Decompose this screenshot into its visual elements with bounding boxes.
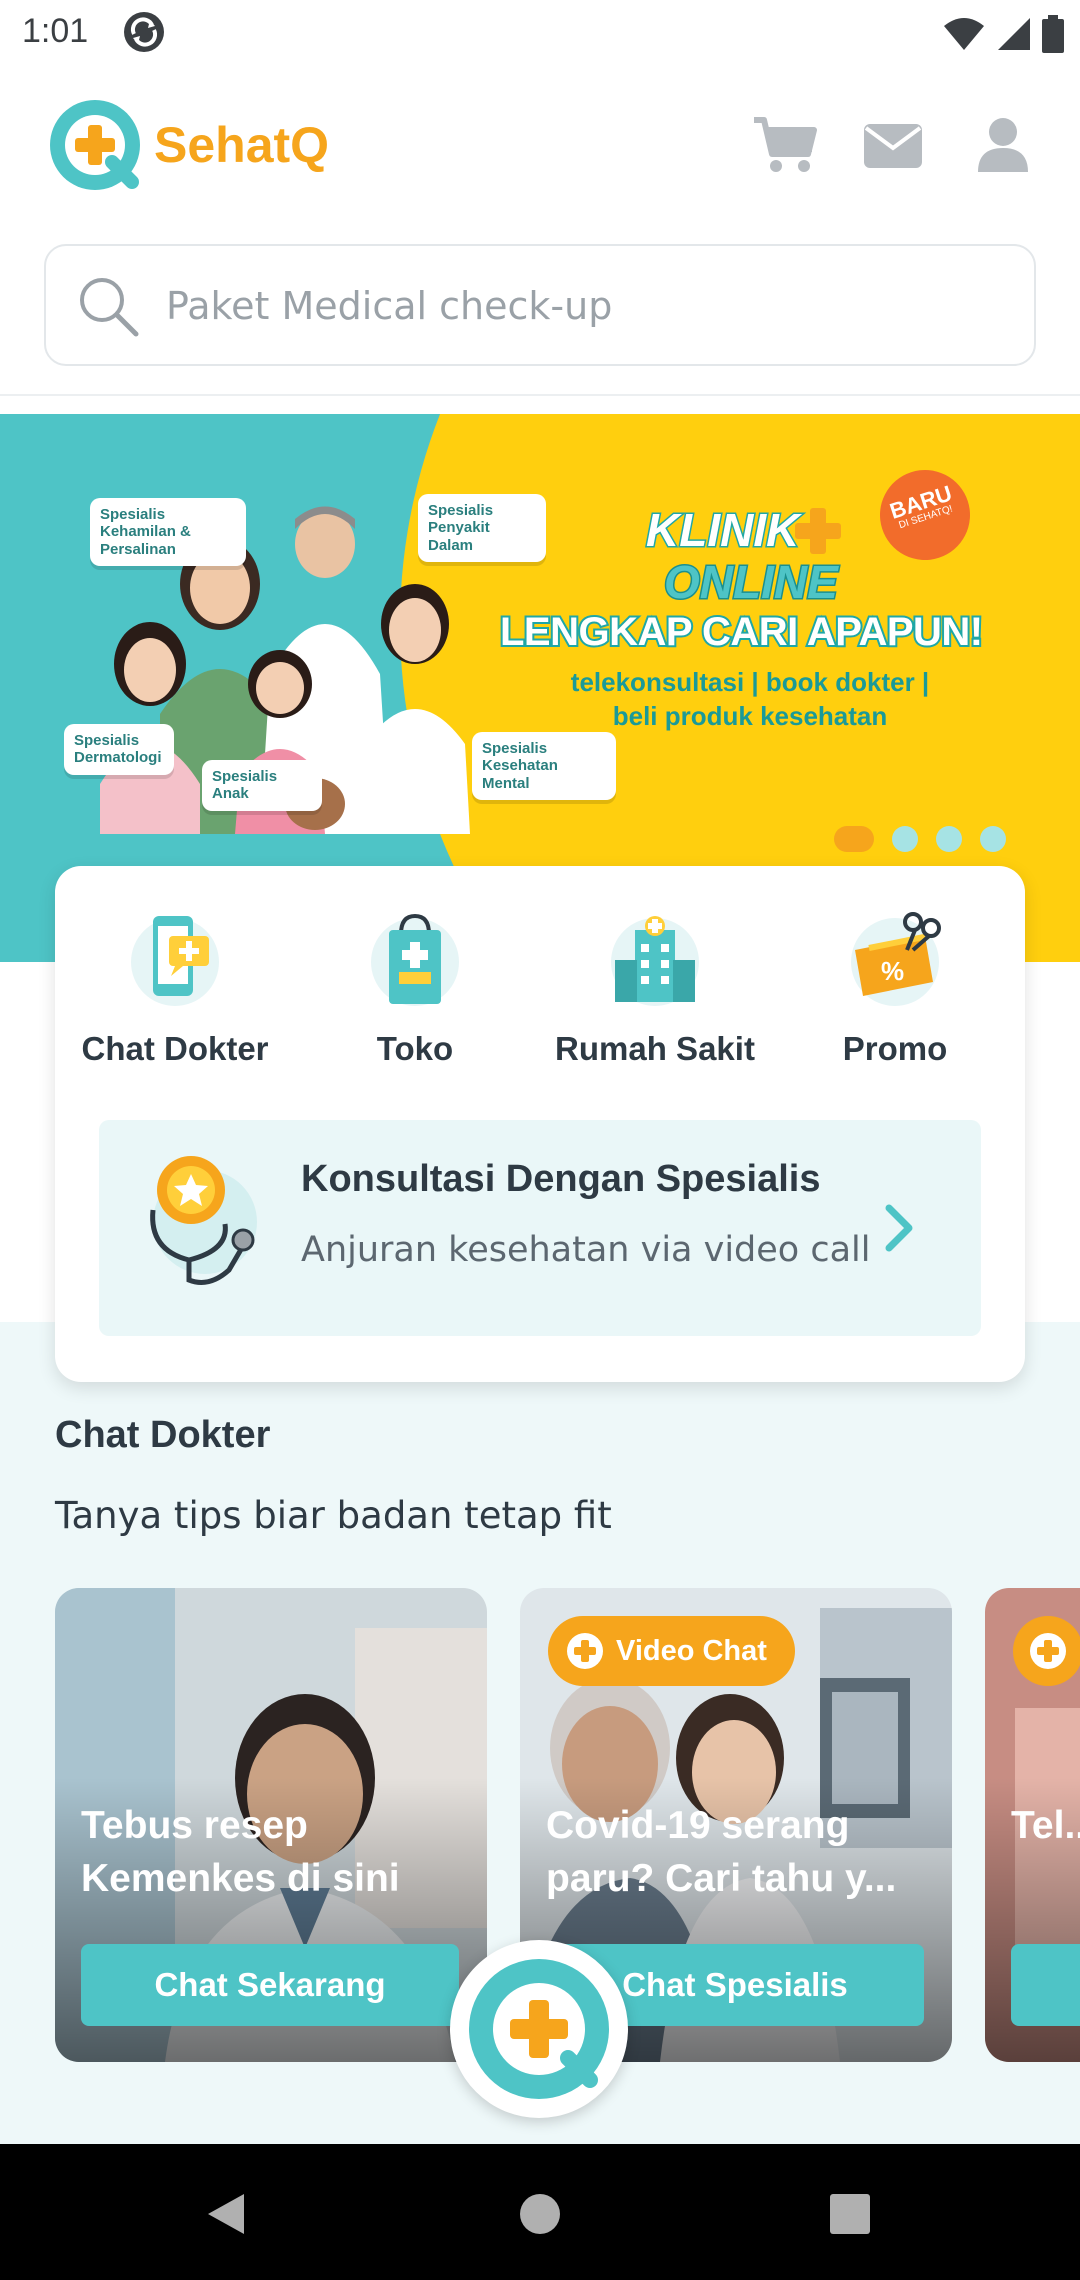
chat-section-subtitle: Tanya tips biar badan tetap fit xyxy=(55,1494,612,1537)
svg-text:%: % xyxy=(881,956,904,986)
promo-ticket-icon: % xyxy=(851,912,941,1006)
search-bar[interactable] xyxy=(44,244,1036,366)
menu-chat-dokter[interactable]: Chat Dokter xyxy=(55,910,295,1068)
menu-toko[interactable]: Toko xyxy=(295,910,535,1068)
banner-headline: LENGKAP CARI APAPUN! xyxy=(498,608,985,656)
quick-menu-card: Chat Dokter Toko Rumah Sakit % Promo Kon… xyxy=(55,866,1025,1382)
profile-icon[interactable] xyxy=(968,110,1038,180)
chat-card-tebus-resep[interactable]: Tebus resep Kemenkes di sini Chat Sekara… xyxy=(55,1588,487,2062)
bubble-spesialis-dermatologi: Spesialis Dermatologi xyxy=(64,724,174,775)
sehatq-logo-icon xyxy=(469,1959,609,2099)
carousel-dot-active[interactable] xyxy=(834,826,874,852)
klinik-text: KLINIK xyxy=(646,504,802,556)
chat-sekarang-button[interactable]: Chat Sekarang xyxy=(81,1944,459,2026)
home-icon[interactable] xyxy=(510,2184,570,2244)
bubble-spesialis-kehamilan: Spesialis Kehamilan & Persalinan xyxy=(90,498,246,566)
status-bar: 1:01 xyxy=(0,0,1080,66)
specialist-title: Konsultasi Dengan Spesialis xyxy=(301,1158,821,1200)
carousel-indicator xyxy=(834,826,1006,852)
menu-rumah-sakit-label: Rumah Sakit xyxy=(555,1030,755,1067)
sehatq-fab-button[interactable] xyxy=(450,1940,628,2118)
menu-toko-label: Toko xyxy=(376,1030,454,1067)
card-title-partial: Tel... har... xyxy=(1011,1804,1080,1847)
app-header: SehatQ xyxy=(0,66,1080,396)
bubble-spesialis-kesehatan-mental: Spesialis Kesehatan Mental xyxy=(472,732,616,800)
banner-tagline-line2: beli produk kesehatan xyxy=(612,700,888,731)
recents-icon[interactable] xyxy=(820,2184,880,2244)
phone-chat-icon xyxy=(131,916,219,1006)
status-time: 1:01 xyxy=(22,12,89,50)
search-icon xyxy=(80,278,139,337)
sehatq-logo[interactable]: SehatQ xyxy=(48,98,329,192)
wifi-icon xyxy=(944,18,984,50)
carousel-dot[interactable] xyxy=(936,826,962,852)
carousel-dot[interactable] xyxy=(980,826,1006,852)
app-name: SehatQ xyxy=(154,117,330,173)
menu-rumah-sakit[interactable]: Rumah Sakit xyxy=(535,910,775,1068)
cart-icon[interactable] xyxy=(750,110,820,180)
sehatq-logo-icon xyxy=(50,100,140,190)
online-text: ONLINE xyxy=(664,556,839,608)
chevron-right-icon[interactable] xyxy=(879,1200,919,1256)
card-title: Tebus resep Kemenkes di sini xyxy=(81,1804,400,1900)
bubble-spesialis-anak: Spesialis Anak xyxy=(202,760,322,811)
menu-promo[interactable]: % Promo xyxy=(775,910,1015,1068)
chat-section-title: Chat Dokter xyxy=(55,1414,271,1456)
hospital-icon xyxy=(611,916,699,1006)
system-nav-bar xyxy=(0,2150,1080,2280)
klinik-online-logo: KLINIK ONLINE xyxy=(645,503,841,610)
stethoscope-star-icon xyxy=(150,1156,257,1285)
video-chat-icon xyxy=(567,1633,603,1669)
card-button-partial[interactable] xyxy=(1011,1944,1080,2026)
back-icon[interactable] xyxy=(196,2184,256,2244)
video-chat-badge: Video Chat xyxy=(548,1616,795,1686)
video-chat-badge-partial xyxy=(1013,1616,1080,1686)
banner-tagline-line1: telekonsultasi | book dokter | xyxy=(570,667,930,697)
bubble-spesialis-penyakit-dalam: Spesialis Penyakit Dalam xyxy=(418,494,546,562)
specialist-consult-card[interactable]: Konsultasi Dengan Spesialis Anjuran kese… xyxy=(99,1120,981,1336)
video-chat-badge-label: Video Chat xyxy=(616,1634,767,1667)
search-input[interactable] xyxy=(166,268,1006,344)
sync-icon xyxy=(124,12,164,52)
chat-card-partial[interactable]: Tel... har... xyxy=(985,1588,1080,2062)
carousel-dot[interactable] xyxy=(892,826,918,852)
specialist-subtitle: Anjuran kesehatan via video call xyxy=(301,1230,871,1270)
mail-icon[interactable] xyxy=(858,110,928,180)
shopping-bag-icon xyxy=(371,913,459,1006)
banner-tagline: telekonsultasi | book dokter | beli prod… xyxy=(520,666,980,734)
menu-promo-label: Promo xyxy=(842,1030,948,1067)
signal-icon xyxy=(998,18,1030,50)
menu-chat-dokter-label: Chat Dokter xyxy=(81,1030,269,1067)
battery-icon xyxy=(1042,15,1064,53)
card-title: Covid-19 serang paru? Cari tahu y... xyxy=(546,1804,897,1900)
